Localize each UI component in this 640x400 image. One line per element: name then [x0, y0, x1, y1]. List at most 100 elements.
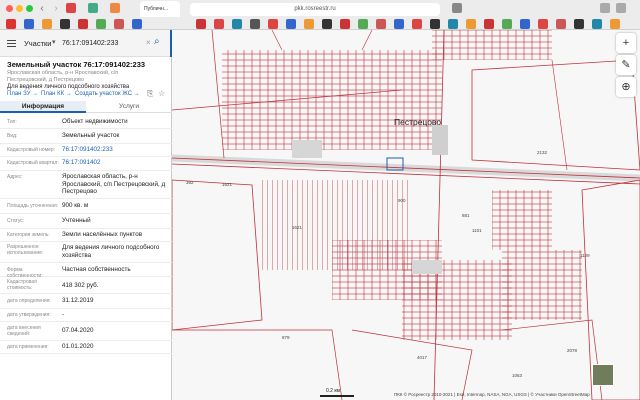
forward-icon[interactable]: ›: [50, 3, 62, 14]
bookmark-icon[interactable]: [42, 19, 52, 29]
parcel-map-layer: [172, 30, 640, 400]
bookmark-icon[interactable]: [196, 19, 206, 29]
bookmark-icon[interactable]: [214, 19, 224, 29]
search-input[interactable]: [62, 36, 152, 50]
bookmark-icon[interactable]: [574, 19, 584, 29]
clear-icon[interactable]: ×: [146, 38, 151, 47]
table-row: дата внесения сведений: 07.04.2020: [0, 322, 172, 341]
bookmark-icon[interactable]: [376, 19, 386, 29]
bookmark-icon[interactable]: [114, 19, 124, 29]
bookmark-icon[interactable]: [502, 19, 512, 29]
bookmark-icon[interactable]: [286, 19, 296, 29]
tab-services[interactable]: Услуги: [86, 101, 172, 113]
bookmark-icon[interactable]: [592, 19, 602, 29]
bookmark-icon[interactable]: [96, 19, 106, 29]
back-icon[interactable]: ‹: [36, 3, 48, 14]
url-bar[interactable]: pkk.rosreestr.ru: [190, 3, 440, 16]
row-label: дата утверждения:: [7, 312, 51, 318]
active-tab[interactable]: Публичн...: [140, 1, 180, 17]
bookmark-icon[interactable]: [6, 19, 16, 29]
zoom-window-icon[interactable]: [26, 5, 33, 12]
search-icon[interactable]: ⌕: [154, 36, 160, 47]
bookmark-icon[interactable]: [322, 19, 332, 29]
row-label: дата внесения сведений:: [7, 325, 41, 337]
bookmark-icon[interactable]: [448, 19, 458, 29]
bookmark-icon[interactable]: [24, 19, 34, 29]
parcel-label: 881: [462, 213, 470, 218]
tab-favicon-icon[interactable]: [88, 3, 98, 13]
menu-icon[interactable]: [7, 40, 16, 49]
parcel-label: 1621: [222, 182, 233, 187]
row-value: Объект недвижимости: [62, 118, 128, 125]
parcel-title: Земельный участок 76:17:091402:233: [7, 60, 146, 69]
table-row: Форма собственности: Частная собственнос…: [0, 263, 172, 279]
extension-icon[interactable]: [452, 3, 462, 13]
map-attribution: ПКК © Росреестр 2010-2021 | Esri, Interm…: [394, 392, 590, 397]
bookmark-icon[interactable]: [484, 19, 494, 29]
table-row: Площадь уточненная: 900 кв. м: [0, 199, 172, 214]
row-value: Для ведения личного подсобного хозяйства: [62, 244, 160, 259]
new-tab-icon[interactable]: [616, 3, 626, 13]
bookmark-icon[interactable]: [132, 19, 142, 29]
bookmark-icon[interactable]: [232, 19, 242, 29]
bookmark-icon[interactable]: [394, 19, 404, 29]
bookmark-icon[interactable]: [520, 19, 530, 29]
bookmark-icon[interactable]: [250, 19, 260, 29]
plan-kk-link[interactable]: План КК →: [41, 91, 72, 97]
bookmark-icon[interactable]: [538, 19, 548, 29]
bookmark-icon[interactable]: [412, 19, 422, 29]
cadastral-number-link[interactable]: 76:17:091402:233: [62, 146, 170, 154]
bookmark-icon[interactable]: [610, 19, 620, 29]
tab-favicon-icon[interactable]: [110, 3, 120, 13]
scale-label: 0.2 км: [326, 388, 340, 394]
share-icon[interactable]: ⎘: [147, 89, 153, 99]
cadastral-map[interactable]: Пестрецово 2132 392 1621 1621 900 881 87…: [172, 30, 640, 400]
bookmark-icon[interactable]: [358, 19, 368, 29]
create-parcel-link[interactable]: Создать участок ЖС →: [75, 91, 140, 97]
table-row: дата определения: 31.12.2019: [0, 294, 172, 309]
star-icon[interactable]: ☆: [158, 89, 165, 98]
browser-chrome: ‹ › Публичн... pkk.rosreestr.ru: [0, 0, 640, 30]
row-value: Земли населённых пунктов: [62, 231, 143, 238]
bookmark-icon[interactable]: [60, 19, 70, 29]
bookmark-icon[interactable]: [466, 19, 476, 29]
basemap-thumbnail[interactable]: [592, 364, 614, 386]
bookmarks-bar: [0, 18, 640, 30]
table-row: Адрес: Ярославская область, р-н Ярославс…: [0, 171, 172, 199]
parcel-label: 1063: [512, 373, 523, 378]
tab-strip: ‹ › Публичн... pkk.rosreestr.ru: [0, 0, 640, 18]
locate-button[interactable]: ⊕: [616, 77, 636, 97]
row-value: 418 302 руб.: [62, 282, 99, 289]
chevron-down-icon[interactable]: ▾: [52, 38, 56, 46]
row-value: 07.04.2020: [62, 327, 94, 334]
tab-favicon-icon[interactable]: [66, 3, 76, 13]
table-row: Кадастровый квартал: 76:17:091402: [0, 157, 172, 171]
row-value: Земельный участок: [62, 132, 120, 139]
bookmark-icon[interactable]: [556, 19, 566, 29]
table-row: дата утверждения: -: [0, 309, 172, 322]
row-value: 01.01.2020: [62, 343, 94, 350]
tab-information[interactable]: Информация: [0, 101, 86, 113]
row-label: Разрешенное использование:: [7, 244, 44, 256]
row-label: Тип:: [7, 119, 17, 125]
bookmark-icon[interactable]: [304, 19, 314, 29]
parcel-label: 1101: [472, 228, 482, 233]
zoom-in-button[interactable]: +: [616, 33, 636, 53]
close-window-icon[interactable]: [6, 5, 13, 12]
bookmark-icon[interactable]: [78, 19, 88, 29]
minimize-window-icon[interactable]: [16, 5, 23, 12]
row-label: Статус:: [7, 218, 25, 224]
search-type-select[interactable]: Участки: [24, 39, 52, 48]
draw-tool-button[interactable]: ✎: [616, 55, 636, 75]
cadastral-quarter-link[interactable]: 76:17:091402: [62, 159, 170, 167]
table-row: Кадастровый номер: 76:17:091402:233: [0, 144, 172, 157]
share-icon[interactable]: [600, 3, 610, 13]
bookmark-icon[interactable]: [340, 19, 350, 29]
row-label: Адрес:: [7, 174, 23, 180]
table-row: Вид: Земельный участок: [0, 129, 172, 144]
plan-zu-link[interactable]: План ЗУ →: [7, 91, 38, 97]
row-label: Кадастровая стоимость:: [7, 279, 37, 291]
bookmark-icon[interactable]: [268, 19, 278, 29]
place-label: Пестрецово: [394, 117, 442, 127]
bookmark-icon[interactable]: [430, 19, 440, 29]
